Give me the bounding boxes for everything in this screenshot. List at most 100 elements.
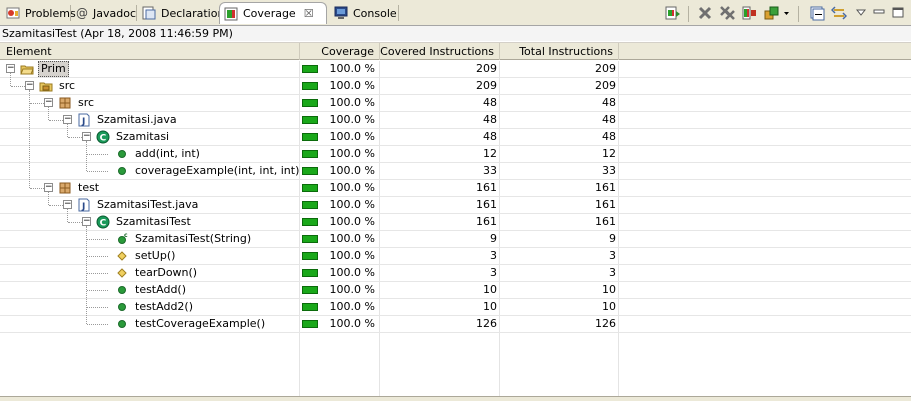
view-bottom-border bbox=[0, 396, 911, 401]
tab-console[interactable]: Console bbox=[330, 2, 397, 24]
tab-declaration[interactable]: Declaration bbox=[138, 2, 224, 24]
link-icon bbox=[831, 6, 847, 20]
coverage-bar bbox=[302, 303, 318, 311]
view-menu-button[interactable] bbox=[852, 4, 870, 22]
table-row[interactable]: testCoverageExample() 100.0 % 126 126 bbox=[0, 316, 911, 333]
covered-instructions-cell: 12 bbox=[483, 147, 497, 160]
coverage-cell: 100.0 % bbox=[300, 146, 379, 162]
total-instructions-cell: 3 bbox=[609, 266, 616, 279]
tree-connector bbox=[87, 256, 108, 257]
select-session-button[interactable] bbox=[764, 4, 790, 22]
collapse-toggle-icon[interactable]: − bbox=[82, 217, 91, 226]
method-icon bbox=[115, 164, 129, 178]
svg-text:J: J bbox=[81, 202, 85, 212]
collapse-toggle-icon[interactable]: − bbox=[63, 115, 72, 124]
element-name: coverageExample(int, int, int) bbox=[135, 164, 300, 177]
coverage-bar bbox=[302, 150, 318, 158]
table-row[interactable]: testAdd2() 100.0 % 10 10 bbox=[0, 299, 911, 316]
coverage-cell: 100.0 % bbox=[300, 163, 379, 179]
covered-instructions-cell: 161 bbox=[476, 215, 497, 228]
tree-guide-line bbox=[86, 226, 87, 324]
remove-all-sessions-button[interactable] bbox=[718, 4, 736, 22]
coverage-percent: 100.0 % bbox=[329, 181, 375, 194]
collapse-toggle-icon[interactable]: − bbox=[25, 81, 34, 90]
covered-instructions-cell: 161 bbox=[476, 181, 497, 194]
element-name: tearDown() bbox=[135, 266, 198, 279]
collapse-toggle-icon[interactable]: − bbox=[82, 132, 91, 141]
method-icon bbox=[115, 317, 129, 331]
column-header-element[interactable]: Element bbox=[0, 43, 300, 60]
table-row[interactable]: coverageExample(int, int, int) 100.0 % 33 3… bbox=[0, 163, 911, 180]
tree-guide-line bbox=[86, 141, 87, 171]
coverage-cell: 100.0 % bbox=[300, 78, 379, 94]
link-with-editor-button[interactable] bbox=[830, 4, 848, 22]
maximize-button[interactable] bbox=[889, 4, 907, 22]
coverage-tree: − Prim 100.0 % 209 209− src 100.0 % 209 209− src 1… bbox=[0, 61, 911, 398]
tab-divider bbox=[398, 5, 399, 21]
collapse-toggle-icon[interactable]: − bbox=[63, 200, 72, 209]
table-row[interactable]: c SzamitasiTest(String) 100.0 % 9 9 bbox=[0, 231, 911, 248]
tree-guide-line bbox=[29, 90, 30, 188]
table-row[interactable]: − Prim 100.0 % 209 209 bbox=[0, 61, 911, 78]
coverage-percent: 100.0 % bbox=[329, 130, 375, 143]
table-row[interactable]: setUp() 100.0 % 3 3 bbox=[0, 248, 911, 265]
coverage-percent: 100.0 % bbox=[329, 300, 375, 313]
tab-coverage[interactable]: Coverage ☒ bbox=[219, 2, 327, 24]
close-tab-icon[interactable]: ☒ bbox=[304, 7, 314, 20]
total-instructions-cell: 12 bbox=[602, 147, 616, 160]
coverage-bar bbox=[302, 235, 318, 243]
table-row[interactable]: − C SzamitasiTest 100.0 % 161 161 bbox=[0, 214, 911, 231]
tree-guide-line bbox=[67, 124, 68, 137]
coverage-percent: 100.0 % bbox=[329, 96, 375, 109]
tree-guide-line bbox=[48, 192, 49, 205]
table-row[interactable]: − J SzamitasiTest.java 100.0 % 161 161 bbox=[0, 197, 911, 214]
total-instructions-cell: 48 bbox=[602, 113, 616, 126]
tab-javadoc[interactable]: @ Javadoc bbox=[72, 2, 136, 24]
element-name: Szamitasi bbox=[116, 130, 170, 143]
collapse-toggle-icon[interactable]: − bbox=[44, 98, 53, 107]
remove-session-button[interactable] bbox=[696, 4, 714, 22]
table-row[interactable]: − src 100.0 % 209 209 bbox=[0, 78, 911, 95]
collapse-toggle-icon[interactable]: − bbox=[44, 183, 53, 192]
console-icon bbox=[334, 6, 348, 20]
coverage-cell: 100.0 % bbox=[300, 129, 379, 145]
method-icon bbox=[115, 283, 129, 297]
total-instructions-cell: 33 bbox=[602, 164, 616, 177]
coverage-cell: 100.0 % bbox=[300, 197, 379, 213]
column-header-covered-instructions[interactable]: Covered Instructions bbox=[380, 43, 500, 60]
tree-guide-line bbox=[48, 107, 49, 120]
minimize-button[interactable] bbox=[870, 4, 888, 22]
covered-instructions-cell: 48 bbox=[483, 113, 497, 126]
table-row[interactable]: tearDown() 100.0 % 3 3 bbox=[0, 265, 911, 282]
svg-text:c: c bbox=[124, 232, 128, 239]
view-menu-icon bbox=[855, 9, 867, 16]
column-header-coverage[interactable]: Coverage bbox=[300, 43, 380, 60]
collapse-toggle-icon[interactable]: − bbox=[6, 64, 15, 73]
merge-sessions-button[interactable] bbox=[740, 4, 758, 22]
table-row[interactable]: − C Szamitasi 100.0 % 48 48 bbox=[0, 129, 911, 146]
covered-instructions-cell: 161 bbox=[476, 198, 497, 211]
total-instructions-cell: 3 bbox=[609, 249, 616, 262]
tree-connector bbox=[30, 103, 44, 104]
coverage-bar bbox=[302, 252, 318, 260]
table-row[interactable]: − J Szamitasi.java 100.0 % 48 48 bbox=[0, 112, 911, 129]
element-name: SzamitasiTest bbox=[116, 215, 191, 228]
folder-icon bbox=[39, 79, 53, 93]
coverage-cell: 100.0 % bbox=[300, 282, 379, 298]
problems-icon bbox=[6, 6, 20, 20]
table-row[interactable]: testAdd() 100.0 % 10 10 bbox=[0, 282, 911, 299]
column-header-total-instructions[interactable]: Total Instructions bbox=[500, 43, 619, 60]
coverage-percent: 100.0 % bbox=[329, 215, 375, 228]
relaunch-coverage-button[interactable] bbox=[664, 4, 682, 22]
tree-guide-line bbox=[67, 209, 68, 222]
tab-label: Console bbox=[353, 6, 397, 20]
tree-connector bbox=[68, 137, 82, 138]
table-row[interactable]: − src 100.0 % 48 48 bbox=[0, 95, 911, 112]
table-row[interactable]: add(int, int) 100.0 % 12 12 bbox=[0, 146, 911, 163]
table-row[interactable]: − test 100.0 % 161 161 bbox=[0, 180, 911, 197]
tab-problems[interactable]: Problems bbox=[2, 2, 76, 24]
coverage-cell: 100.0 % bbox=[300, 95, 379, 111]
covered-instructions-cell: 48 bbox=[483, 96, 497, 109]
collapse-all-button[interactable] bbox=[808, 4, 826, 22]
coverage-bar bbox=[302, 269, 318, 277]
